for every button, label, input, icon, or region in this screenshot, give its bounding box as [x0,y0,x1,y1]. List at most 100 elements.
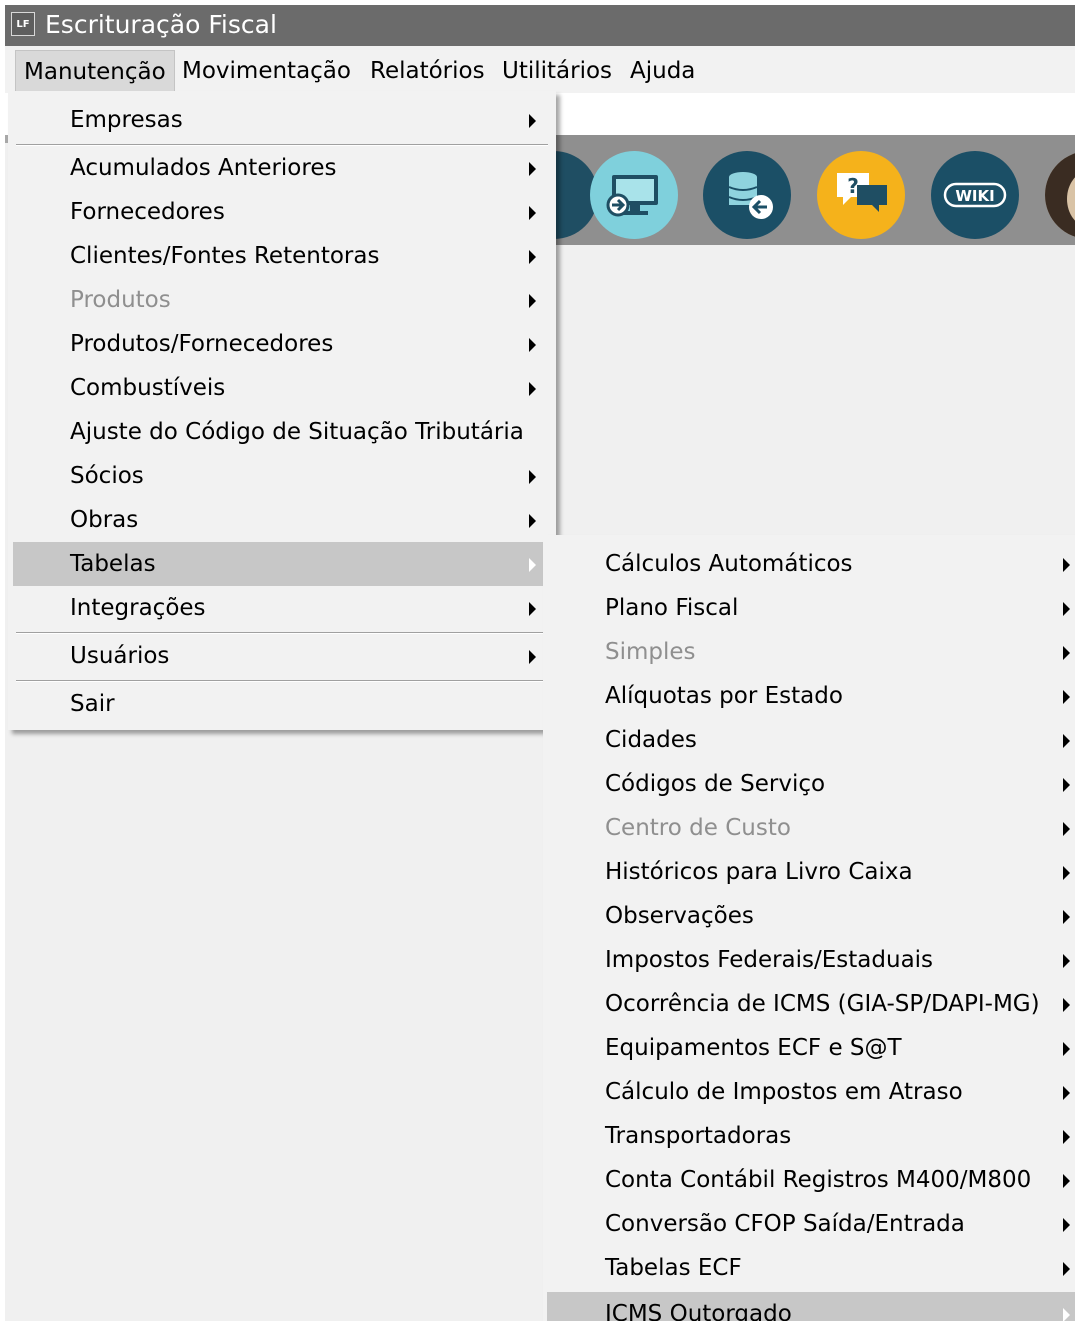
help-chat-icon[interactable]: ? [817,151,905,239]
menu-item-conta-contabil[interactable]: Conta Contábil Registros M400/M800 [547,1158,1075,1202]
menu-item-label: Sair [70,691,115,717]
menu-movimentacao[interactable]: Movimentação [174,50,359,93]
app-window: LF Escrituração Fiscal Manutenção Movime… [5,5,1075,1321]
menu-item-label: Usuários [70,643,170,669]
menu-item-label: Empresas [70,107,183,133]
menu-item-simples[interactable]: Simples [547,630,1075,674]
menu-item-label: Produtos/Fornecedores [70,331,334,357]
menu-item-plano-fiscal[interactable]: Plano Fiscal [547,586,1075,630]
menu-relatorios[interactable]: Relatórios [362,50,493,93]
menu-item-label: Simples [605,639,696,665]
menu-item-label: Ajuste do Código de Situação Tributária [70,419,524,445]
submenu-arrow-icon [1063,1308,1070,1321]
help-glyph: ? [847,174,859,198]
menu-item-transportadoras[interactable]: Transportadoras [547,1114,1075,1158]
menu-item-integracoes[interactable]: Integrações [8,586,556,630]
menu-item-label: Cálculo de Impostos em Atraso [605,1079,963,1105]
wiki-icon[interactable]: WIKI [931,151,1019,239]
menu-item-label: ICMS Outorgado [605,1301,792,1321]
submenu-arrow-icon [1063,602,1070,616]
submenu-arrow-icon [529,294,536,308]
menu-utilitarios[interactable]: Utilitários [494,50,620,93]
menu-item-label: Observações [605,903,754,929]
menu-item-tabelas-ecf[interactable]: Tabelas ECF [547,1246,1075,1290]
submenu-arrow-icon [1063,1130,1070,1144]
menu-item-observacoes[interactable]: Observações [547,894,1075,938]
submenu-arrow-icon [1063,822,1070,836]
menu-item-label: Alíquotas por Estado [605,683,843,709]
submenu-arrow-icon [1063,1086,1070,1100]
submenu-arrow-icon [1063,1042,1070,1056]
database-restore-icon[interactable] [703,151,791,239]
icon-toolbar: ? WIKI [510,135,1075,245]
menu-item-label: Cálculos Automáticos [605,551,853,577]
menu-item-label: Integrações [70,595,206,621]
menu-item-produtos[interactable]: Produtos [8,278,556,322]
menu-item-ajuste-cst[interactable]: Ajuste do Código de Situação Tributária [8,410,556,454]
submenu-arrow-icon [529,338,536,352]
menu-item-impostos-federais[interactable]: Impostos Federais/Estaduais [547,938,1075,982]
menu-item-historicos-livro-caixa[interactable]: Históricos para Livro Caixa [547,850,1075,894]
menu-item-usuarios[interactable]: Usuários [8,634,556,678]
submenu-arrow-icon [529,382,536,396]
submenu-arrow-icon [529,114,536,128]
menu-ajuda[interactable]: Ajuda [622,50,703,93]
avatar[interactable] [1045,151,1075,239]
submenu-arrow-icon [529,602,536,616]
menu-manutencao[interactable]: Manutenção [15,50,175,93]
menu-item-label: Cidades [605,727,697,753]
menu-item-clientes-fontes[interactable]: Clientes/Fontes Retentoras [8,234,556,278]
manutencao-dropdown: Empresas Acumulados Anteriores Fornecedo… [8,91,556,730]
menu-item-ocorrencia-icms[interactable]: Ocorrência de ICMS (GIA-SP/DAPI-MG) [547,982,1075,1026]
submenu-arrow-icon [1063,866,1070,880]
submenu-arrow-icon [1063,734,1070,748]
submenu-arrow-icon [1063,558,1070,572]
menu-item-conversao-cfop[interactable]: Conversão CFOP Saída/Entrada [547,1202,1075,1246]
menu-item-socios[interactable]: Sócios [8,454,556,498]
menu-item-label: Fornecedores [70,199,225,225]
menu-item-produtos-fornecedores[interactable]: Produtos/Fornecedores [8,322,556,366]
menu-item-label: Sócios [70,463,144,489]
submenu-arrow-icon [1063,910,1070,924]
menu-item-centro-custo[interactable]: Centro de Custo [547,806,1075,850]
submenu-arrow-icon [529,162,536,176]
remote-access-icon[interactable] [590,151,678,239]
menu-item-label: Históricos para Livro Caixa [605,859,913,885]
menu-item-label: Produtos [70,287,171,313]
menu-item-label: Códigos de Serviço [605,771,826,797]
menu-item-label: Combustíveis [70,375,226,401]
submenu-arrow-icon [529,250,536,264]
menu-item-combustiveis[interactable]: Combustíveis [8,366,556,410]
wiki-label: WIKI [955,187,994,205]
submenu-arrow-icon [529,558,536,572]
menu-item-calculos-automaticos[interactable]: Cálculos Automáticos [547,542,1075,586]
menu-item-label: Clientes/Fontes Retentoras [70,243,380,269]
menu-item-label: Obras [70,507,139,533]
submenu-arrow-icon [1063,646,1070,660]
menu-item-calculo-impostos-atraso[interactable]: Cálculo de Impostos em Atraso [547,1070,1075,1114]
menu-item-label: Acumulados Anteriores [70,155,337,181]
menu-item-acumulados-anteriores[interactable]: Acumulados Anteriores [8,146,556,190]
menu-item-aliquotas-estado[interactable]: Alíquotas por Estado [547,674,1075,718]
menu-item-label: Tabelas ECF [605,1255,742,1281]
window-title: Escrituração Fiscal [45,10,277,39]
menu-item-label: Conta Contábil Registros M400/M800 [605,1167,1032,1193]
menu-bar: Manutenção Movimentação Relatórios Utili… [5,50,1075,93]
menu-item-sair[interactable]: Sair [8,682,556,726]
menu-item-fornecedores[interactable]: Fornecedores [8,190,556,234]
menu-item-tabelas[interactable]: Tabelas [13,542,551,586]
menu-item-empresas[interactable]: Empresas [8,98,556,142]
app-logo-icon: LF [11,12,35,36]
menu-item-label: Plano Fiscal [605,595,739,621]
menu-item-equipamentos-ecf[interactable]: Equipamentos ECF e S@T [547,1026,1075,1070]
menu-item-obras[interactable]: Obras [8,498,556,542]
menu-item-label: Ocorrência de ICMS (GIA-SP/DAPI-MG) [605,991,1040,1017]
menu-item-icms-outorgado[interactable]: ICMS Outorgado [547,1292,1075,1321]
submenu-arrow-icon [1063,998,1070,1012]
menu-item-label: Centro de Custo [605,815,791,841]
submenu-arrow-icon [529,650,536,664]
title-bar: LF Escrituração Fiscal [5,5,1075,46]
menu-item-label: Equipamentos ECF e S@T [605,1035,902,1061]
menu-item-codigos-servico[interactable]: Códigos de Serviço [547,762,1075,806]
menu-item-cidades[interactable]: Cidades [547,718,1075,762]
